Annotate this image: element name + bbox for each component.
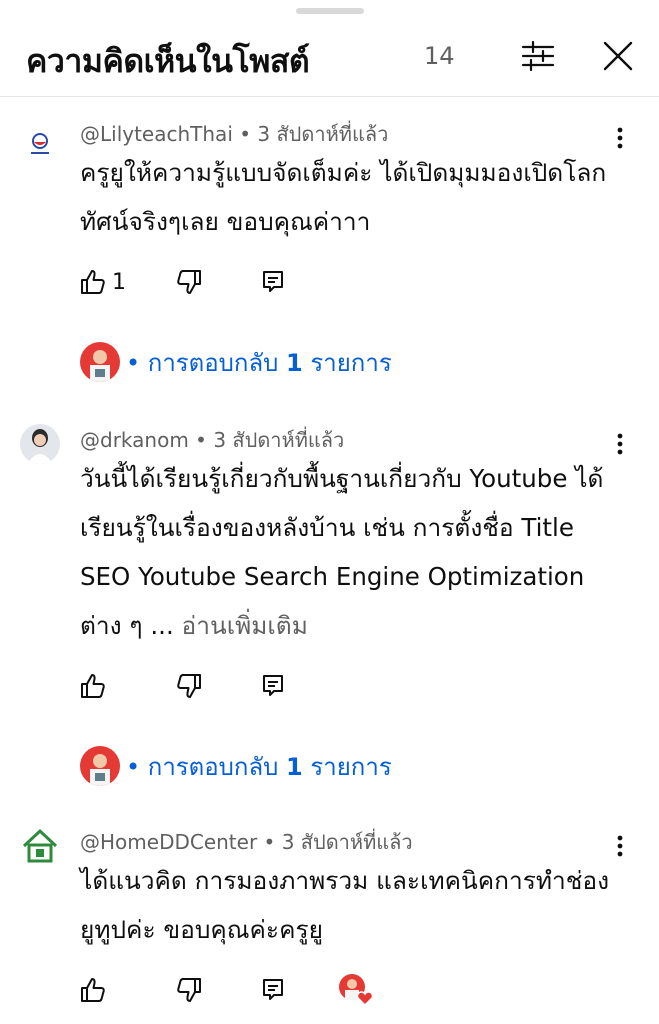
avatar[interactable] xyxy=(20,124,60,164)
like-button[interactable]: 1 xyxy=(80,264,126,300)
thumb-up-icon xyxy=(81,978,105,1002)
view-replies-button[interactable]: • การตอบกลับ 1 รายการ xyxy=(80,744,392,788)
reply-button[interactable] xyxy=(262,668,284,704)
comment-meta: @drkanom • 3 สัปดาห์ที่แล้ว xyxy=(80,428,345,452)
reply-button[interactable] xyxy=(262,264,284,300)
more-vert-icon xyxy=(617,835,623,857)
avatar xyxy=(80,746,120,786)
comment-thread: @LilyteachThai • 3 สัปดาห์ที่แล้ว ครูยูใ… xyxy=(0,118,659,388)
comment-actions xyxy=(80,972,580,1008)
thumb-up-icon xyxy=(81,270,105,294)
thumb-down-icon xyxy=(177,674,201,698)
comment-meta: @LilyteachThai • 3 สัปดาห์ที่แล้ว xyxy=(80,122,389,146)
thumb-down-icon xyxy=(177,270,201,294)
avatar xyxy=(80,342,120,382)
replies-label: • การตอบกลับ 1 รายการ xyxy=(126,752,392,781)
close-button[interactable] xyxy=(598,36,638,76)
reply-button[interactable] xyxy=(262,972,284,1008)
dislike-button[interactable] xyxy=(176,668,202,704)
like-count: 1 xyxy=(112,269,126,295)
comment-text: ได้แนวคิด การมองภาพรวม และเทคนิคการทำช่อ… xyxy=(80,866,610,944)
comment-count: 14 xyxy=(424,42,455,70)
avatar[interactable] xyxy=(20,826,60,866)
comment-thread: @drkanom • 3 สัปดาห์ที่แล้ว วันนี้ได้เรี… xyxy=(0,424,659,794)
comment-actions: 1 xyxy=(80,264,580,300)
reply-icon xyxy=(263,675,283,696)
read-more-link[interactable]: อ่านเพิ่มเติม xyxy=(182,611,308,640)
comments-header: ความคิดเห็นในโพสต์ 14 xyxy=(0,22,659,94)
more-vert-icon xyxy=(617,127,623,149)
comment-time: 3 สัปดาห์ที่แล้ว xyxy=(213,428,345,452)
author-name[interactable]: @HomeDDCenter xyxy=(80,830,257,854)
more-vert-icon xyxy=(617,433,623,455)
thumb-down-icon xyxy=(177,978,201,1002)
comment-text: วันนี้ได้เรียนรู้เกี่ยวกับพื้นฐานเกี่ยวก… xyxy=(80,464,604,640)
comment-actions xyxy=(80,668,580,704)
heart-icon xyxy=(356,991,374,1007)
view-replies-button[interactable]: • การตอบกลับ 1 รายการ xyxy=(80,340,392,384)
replies-label: • การตอบกลับ 1 รายการ xyxy=(126,348,392,377)
close-icon xyxy=(603,41,633,71)
author-name[interactable]: @LilyteachThai xyxy=(80,122,233,146)
creator-heart-badge xyxy=(338,972,374,1008)
comment-text: ครูยูให้ความรู้แบบจัดเต็มค่ะ ได้เปิดมุมม… xyxy=(80,158,607,236)
avatar[interactable] xyxy=(20,424,60,464)
filter-icon xyxy=(521,41,555,71)
comment-time: 3 สัปดาห์ที่แล้ว xyxy=(257,122,389,146)
reply-icon xyxy=(263,271,283,292)
dislike-button[interactable] xyxy=(176,972,202,1008)
header-divider xyxy=(0,96,659,97)
filter-button[interactable] xyxy=(518,36,558,76)
comment-time: 3 สัปดาห์ที่แล้ว xyxy=(281,830,413,854)
like-button[interactable] xyxy=(80,668,106,704)
thumb-up-icon xyxy=(81,674,105,698)
drag-handle[interactable] xyxy=(296,8,364,14)
comment-meta: @HomeDDCenter • 3 สัปดาห์ที่แล้ว xyxy=(80,830,413,854)
comment-thread: @HomeDDCenter • 3 สัปดาห์ที่แล้ว ได้แนวค… xyxy=(0,826,659,1024)
like-button[interactable] xyxy=(80,972,106,1008)
page-title: ความคิดเห็นในโพสต์ xyxy=(26,42,310,80)
dislike-button[interactable] xyxy=(176,264,202,300)
author-name[interactable]: @drkanom xyxy=(80,428,189,452)
reply-icon xyxy=(263,979,283,1000)
